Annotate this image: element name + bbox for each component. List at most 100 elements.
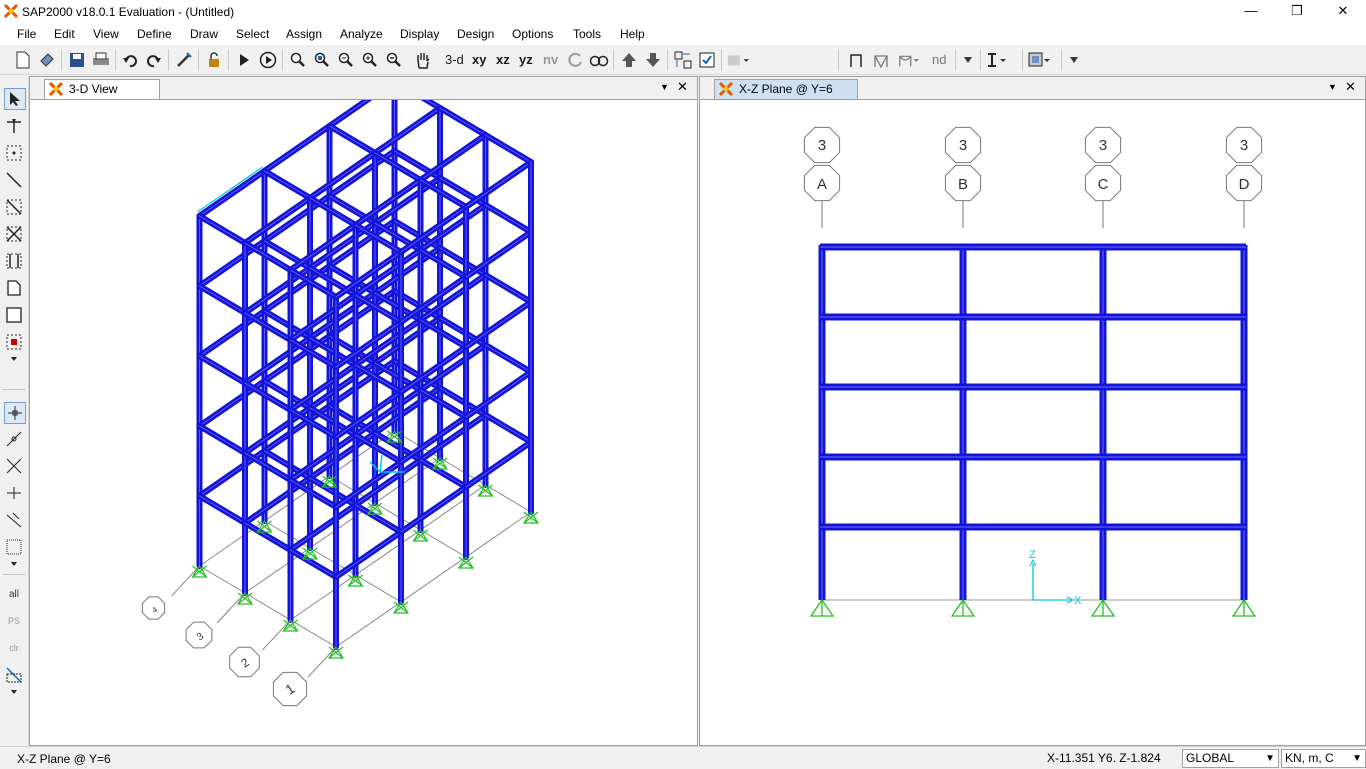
toolbar-dropdown-icon[interactable] <box>957 49 979 71</box>
model-3d-canvas[interactable]: 1234 <box>30 100 697 745</box>
menu-file[interactable]: File <box>17 27 36 41</box>
redo-icon[interactable] <box>143 49 165 71</box>
move-down-icon[interactable] <box>642 49 664 71</box>
perspective-toggle-icon[interactable] <box>588 49 610 71</box>
menu-analyze[interactable]: Analyze <box>340 27 383 41</box>
toolbar-more-icon[interactable] <box>1063 49 1085 71</box>
object-shrink-icon[interactable] <box>672 49 694 71</box>
rotate-3d-icon[interactable] <box>565 49 587 71</box>
zoom-out-icon[interactable] <box>383 49 405 71</box>
menu-edit[interactable]: Edit <box>54 27 75 41</box>
draw-rect-area-icon[interactable] <box>4 305 24 325</box>
pane-xz-dropdown-icon[interactable]: ▼ <box>1328 82 1337 92</box>
menu-options[interactable]: Options <box>512 27 553 41</box>
draw-special-icon[interactable] <box>897 49 919 71</box>
snap-intersections-icon[interactable] <box>4 456 24 476</box>
reshaper-icon[interactable] <box>4 116 24 136</box>
run-now-icon[interactable] <box>257 49 279 71</box>
print-icon[interactable] <box>90 49 112 71</box>
menu-design[interactable]: Design <box>457 27 494 41</box>
view-yz-button[interactable]: yz <box>519 52 533 67</box>
refresh-window-icon[interactable] <box>173 49 195 71</box>
menu-tools[interactable]: Tools <box>573 27 601 41</box>
quick-draw-frame-icon[interactable] <box>4 197 24 217</box>
frame-member-3d-highlight <box>465 231 532 278</box>
draw-poly-area-icon[interactable] <box>4 278 24 298</box>
title-bar: SAP2000 v18.0.1 Evaluation - (Untitled) … <box>0 0 1366 23</box>
area-section-icon[interactable] <box>1028 49 1050 71</box>
pane-3d-dropdown-icon[interactable]: ▼ <box>660 82 669 92</box>
left-tool-strip: all PS clr <box>0 76 29 746</box>
move-up-icon[interactable] <box>618 49 640 71</box>
clear-selection-button[interactable]: clr <box>4 638 24 658</box>
snap-overflow-icon[interactable] <box>4 559 24 569</box>
select-all-button[interactable]: all <box>4 584 24 604</box>
units-select[interactable]: KN, m, C ▼ <box>1281 749 1366 768</box>
frame-member-3d-highlight <box>290 294 356 341</box>
frame-member-3d-highlight <box>485 344 532 373</box>
pan-hand-icon[interactable] <box>412 49 434 71</box>
draw-brace-icon[interactable] <box>870 49 892 71</box>
pointer-icon[interactable] <box>4 88 26 110</box>
snap-to-points-icon[interactable] <box>4 402 26 424</box>
menu-assign[interactable]: Assign <box>286 27 322 41</box>
quick-draw-secondary-icon[interactable] <box>4 251 24 271</box>
coordinate-system-select[interactable]: GLOBAL ▼ <box>1182 749 1279 768</box>
new-model-icon[interactable] <box>12 49 34 71</box>
restore-full-view-icon[interactable] <box>311 49 333 71</box>
view-nv-button[interactable]: nv <box>543 52 558 67</box>
pane-3d-tabstrip: 3-D View ▼ ✕ <box>30 77 697 100</box>
previous-zoom-icon[interactable] <box>335 49 357 71</box>
snap-fine-grid-icon[interactable] <box>4 537 24 557</box>
model-xz-canvas[interactable]: 3 A 3 B 3 C 3 D Z X <box>700 100 1365 745</box>
select-intersecting-icon[interactable] <box>4 665 24 685</box>
menu-view[interactable]: View <box>93 27 119 41</box>
snap-to-ends-icon[interactable] <box>4 429 24 449</box>
pane-3d-close-icon[interactable]: ✕ <box>677 79 688 95</box>
zoom-rubber-band-icon[interactable] <box>287 49 309 71</box>
previous-selection-button[interactable]: PS <box>4 611 24 631</box>
section-designer-icon[interactable] <box>985 49 1007 71</box>
select-overflow-icon[interactable] <box>4 687 24 697</box>
pane-xz-close-icon[interactable]: ✕ <box>1345 79 1356 95</box>
quick-draw-area-icon[interactable] <box>4 332 24 352</box>
tab-3d-view[interactable]: 3-D View <box>44 79 160 99</box>
snap-lines-icon[interactable] <box>4 510 24 530</box>
lock-icon[interactable] <box>203 49 225 71</box>
run-analysis-icon[interactable] <box>233 49 255 71</box>
lefttools-overflow-icon[interactable] <box>4 354 24 364</box>
pin-support-icon <box>1231 598 1257 617</box>
restore-button[interactable]: ❐ <box>1274 0 1320 23</box>
menu-select[interactable]: Select <box>236 27 269 41</box>
view-pane-xz[interactable]: X-Z Plane @ Y=6 ▼ ✕ 3 A 3 B 3 C 3 D Z X <box>699 76 1366 746</box>
main-toolbar: 3-d xy xz yz nv nd <box>0 46 1366 75</box>
draw-frame-icon[interactable] <box>845 49 867 71</box>
menu-display[interactable]: Display <box>400 27 439 41</box>
view-xz-button[interactable]: xz <box>496 52 510 67</box>
view-pane-3d[interactable]: 3-D View ▼ ✕ 1234 <box>29 76 698 746</box>
minimize-button[interactable]: — <box>1228 0 1274 23</box>
zoom-in-icon[interactable] <box>359 49 381 71</box>
menu-define[interactable]: Define <box>137 27 172 41</box>
tab-xz-plane[interactable]: X-Z Plane @ Y=6 <box>714 79 858 99</box>
draw-frame-line-icon[interactable] <box>4 170 24 190</box>
view-3d-button[interactable]: 3-d <box>445 52 464 67</box>
grid-bubbles-xz: 3 A 3 B 3 C 3 D <box>803 126 1263 228</box>
display-options-dropdown-icon[interactable] <box>727 49 749 71</box>
snap-perpendicular-icon[interactable] <box>4 483 24 503</box>
frame-member-3d-highlight <box>465 301 532 348</box>
axis-x-label: X <box>1074 595 1082 607</box>
quick-draw-brace-icon[interactable] <box>4 224 24 244</box>
close-button[interactable]: ✕ <box>1320 0 1366 23</box>
menu-draw[interactable]: Draw <box>190 27 218 41</box>
nd-button[interactable]: nd <box>932 52 946 67</box>
frame-member-3d-highlight <box>244 197 311 244</box>
draw-joint-icon[interactable] <box>4 143 24 163</box>
pin-support-icon <box>950 598 976 617</box>
save-icon[interactable] <box>66 49 88 71</box>
set-display-options-icon[interactable] <box>696 49 718 71</box>
undo-icon[interactable] <box>119 49 141 71</box>
menu-help[interactable]: Help <box>620 27 645 41</box>
open-icon[interactable] <box>36 49 58 71</box>
view-xy-button[interactable]: xy <box>472 52 486 67</box>
